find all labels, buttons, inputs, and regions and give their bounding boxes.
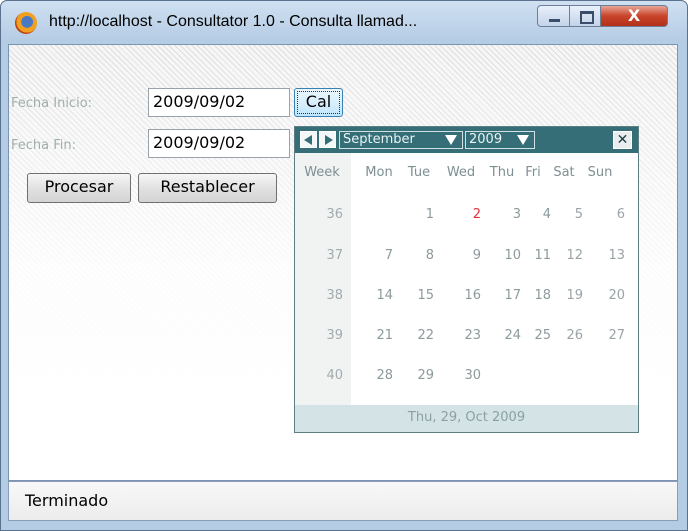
calendar-day[interactable]: 8 — [412, 248, 434, 263]
calendar-day[interactable]: 11 — [529, 248, 551, 263]
week-number: 38 — [326, 288, 343, 303]
title-bar: http://localhost - Consultator 1.0 - Con… — [1, 1, 687, 45]
calendar-day[interactable]: 7 — [371, 248, 393, 263]
calendar-day-grid — [351, 153, 638, 405]
calendar-day[interactable]: 15 — [412, 288, 434, 303]
calendar-day[interactable]: 17 — [499, 288, 521, 303]
calendar-popup: September 2009 ✕ Thu, 29, Oct 2009 Week M… — [294, 126, 639, 433]
calendar-day[interactable]: 6 — [603, 207, 625, 222]
calendar-day[interactable]: 20 — [603, 288, 625, 303]
calendar-day[interactable]: 25 — [529, 328, 551, 343]
calendar-day[interactable]: 23 — [459, 328, 481, 343]
calendar-day[interactable]: 19 — [561, 288, 583, 303]
close-window-button[interactable]: X — [600, 5, 668, 27]
calendar-day[interactable]: 4 — [529, 207, 551, 222]
year-select-label: 2009 — [469, 132, 503, 147]
calendar-day[interactable]: 10 — [499, 248, 521, 263]
end-date-field[interactable]: 2009/09/02 — [148, 129, 290, 158]
month-dropdown-icon — [445, 135, 457, 145]
weekday-header: Mon — [365, 165, 393, 180]
weekday-header: Fri — [525, 165, 541, 180]
calendar-day[interactable]: 3 — [499, 207, 521, 222]
firefox-icon — [15, 12, 37, 34]
status-text: Terminado — [25, 491, 109, 510]
weekday-header: Week — [304, 165, 340, 180]
calendar-day[interactable]: 13 — [603, 248, 625, 263]
week-number: 37 — [326, 248, 343, 263]
process-button[interactable]: Procesar — [27, 173, 131, 203]
weekday-header: Sat — [553, 165, 575, 180]
arrow-left-icon — [304, 135, 312, 145]
calendar-footer-date: Thu, 29, Oct 2009 — [407, 410, 526, 425]
week-number: 36 — [326, 207, 343, 222]
calendar-day[interactable]: 28 — [371, 368, 393, 383]
close-icon: X — [627, 6, 641, 25]
minimize-icon — [549, 19, 560, 22]
calendar-day[interactable]: 27 — [603, 328, 625, 343]
minimize-button[interactable] — [537, 5, 570, 27]
year-dropdown-icon — [517, 135, 529, 145]
weekday-header: Thu — [489, 165, 515, 180]
arrow-right-icon — [325, 135, 333, 145]
reset-button[interactable]: Restablecer — [138, 173, 277, 203]
calendar-day[interactable]: 22 — [412, 328, 434, 343]
calendar-button[interactable]: Cal — [294, 88, 343, 117]
week-number: 40 — [326, 368, 343, 383]
page-content: Fecha Inicio: 2009/09/02 Cal Fecha Fin: … — [8, 44, 678, 481]
month-select-label: September — [343, 132, 415, 147]
calendar-header: September 2009 ✕ — [295, 127, 638, 153]
status-bar: Terminado — [8, 481, 678, 521]
weekday-header: Tue — [407, 165, 431, 180]
calendar-close-button[interactable]: ✕ — [613, 131, 632, 149]
next-month-button[interactable] — [319, 131, 336, 148]
calendar-day[interactable]: 5 — [561, 207, 583, 222]
week-number: 39 — [326, 328, 343, 343]
calendar-day[interactable]: 29 — [412, 368, 434, 383]
weekday-header: Sun — [587, 165, 613, 180]
calendar-day[interactable]: 21 — [371, 328, 393, 343]
calendar-day[interactable]: 30 — [459, 368, 481, 383]
end-date-label: Fecha Fin: — [11, 138, 77, 153]
calendar-day[interactable]: 16 — [459, 288, 481, 303]
calendar-footer: Thu, 29, Oct 2009 — [295, 405, 638, 432]
calendar-day[interactable]: 26 — [561, 328, 583, 343]
weekday-header: Wed — [446, 165, 476, 180]
maximize-button[interactable] — [569, 5, 601, 27]
start-date-field[interactable]: 2009/09/02 — [148, 88, 290, 117]
calendar-day[interactable]: 2 — [459, 207, 481, 222]
calendar-day[interactable]: 12 — [561, 248, 583, 263]
calendar-day[interactable]: 18 — [529, 288, 551, 303]
calendar-day[interactable]: 9 — [459, 248, 481, 263]
calendar-day[interactable]: 14 — [371, 288, 393, 303]
maximize-icon — [580, 11, 594, 24]
calendar-day[interactable]: 24 — [499, 328, 521, 343]
window-title: http://localhost - Consultator 1.0 - Con… — [49, 13, 418, 30]
calendar-day[interactable]: 1 — [412, 207, 434, 222]
prev-month-button[interactable] — [300, 131, 317, 148]
start-date-label: Fecha Inicio: — [11, 96, 93, 111]
